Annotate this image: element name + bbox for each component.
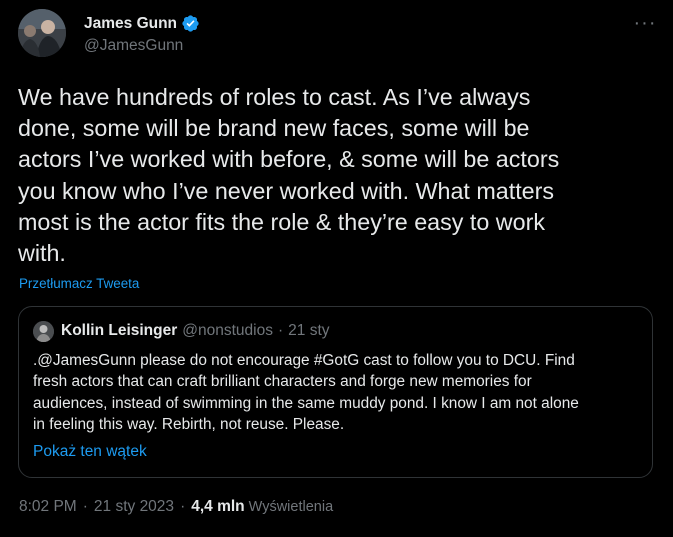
view-count[interactable]: 4,4 mln: [191, 498, 244, 516]
views-label: Wyświetlenia: [248, 499, 334, 515]
quoted-author-name[interactable]: Kollin Leisinger: [61, 322, 177, 340]
quoted-text-line: audiences, instead of swimming in the sa…: [33, 394, 579, 412]
quoted-author-avatar[interactable]: [33, 321, 54, 342]
tweet-text: We have hundreds of roles to cast. As I’…: [18, 82, 658, 269]
tweet-time[interactable]: 8:02 PM: [19, 498, 77, 516]
tweet-text-line: with.: [18, 240, 66, 267]
tweet-meta-row: 8:02 PM · 21 sty 2023 · 4,4 mln Wyświetl…: [19, 498, 333, 516]
quoted-text-line: fresh actors that can craft brilliant ch…: [33, 373, 532, 391]
quoted-tweet-date[interactable]: 21 sty: [288, 322, 329, 339]
tweet-text-line: We have hundreds of roles to cast. As I’…: [18, 84, 531, 110]
author-avatar[interactable]: [18, 9, 66, 57]
author-display-name[interactable]: James Gunn: [84, 14, 200, 33]
more-options-button[interactable]: ···: [628, 12, 662, 34]
more-horizontal-icon: ···: [633, 11, 657, 34]
tweet-text-line: you know who I’ve never worked with. Wha…: [18, 177, 555, 204]
author-name-text[interactable]: James Gunn: [84, 15, 177, 33]
quoted-tweet-header: Kollin Leisinger @nonstudios · 21 sty: [61, 322, 330, 340]
quoted-meta-separator: ·: [277, 322, 284, 339]
meta-separator: ·: [82, 498, 88, 515]
meta-separator: ·: [180, 498, 186, 515]
quoted-text-line: in feeling this way. Rebirth, not reuse.…: [33, 415, 345, 433]
quoted-tweet-card[interactable]: Kollin Leisinger @nonstudios · 21 sty .@Ja…: [18, 306, 653, 478]
quoted-text-line: .@JamesGunn please do not encourage #Got…: [33, 352, 575, 369]
show-thread-link[interactable]: Pokaż ten wątek: [33, 443, 147, 461]
translate-tweet-link[interactable]: Przetłumacz Tweeta: [19, 276, 139, 291]
author-handle[interactable]: @JamesGunn: [84, 37, 183, 55]
quoted-tweet-text: .@JamesGunn please do not encourage #Got…: [33, 350, 643, 435]
quoted-author-handle[interactable]: @nonstudios: [182, 322, 273, 339]
tweet-text-line: most is the actor fits the role & they’r…: [18, 208, 545, 235]
quoted-author-meta: @nonstudios · 21 sty: [182, 322, 329, 340]
tweet-text-line: actors I’ve worked with before, & some w…: [18, 146, 560, 173]
verified-badge-icon: [181, 14, 200, 33]
tweet-text-line: done, some will be brand new faces, some…: [18, 115, 530, 142]
tweet-date[interactable]: 21 sty 2023: [94, 498, 174, 516]
